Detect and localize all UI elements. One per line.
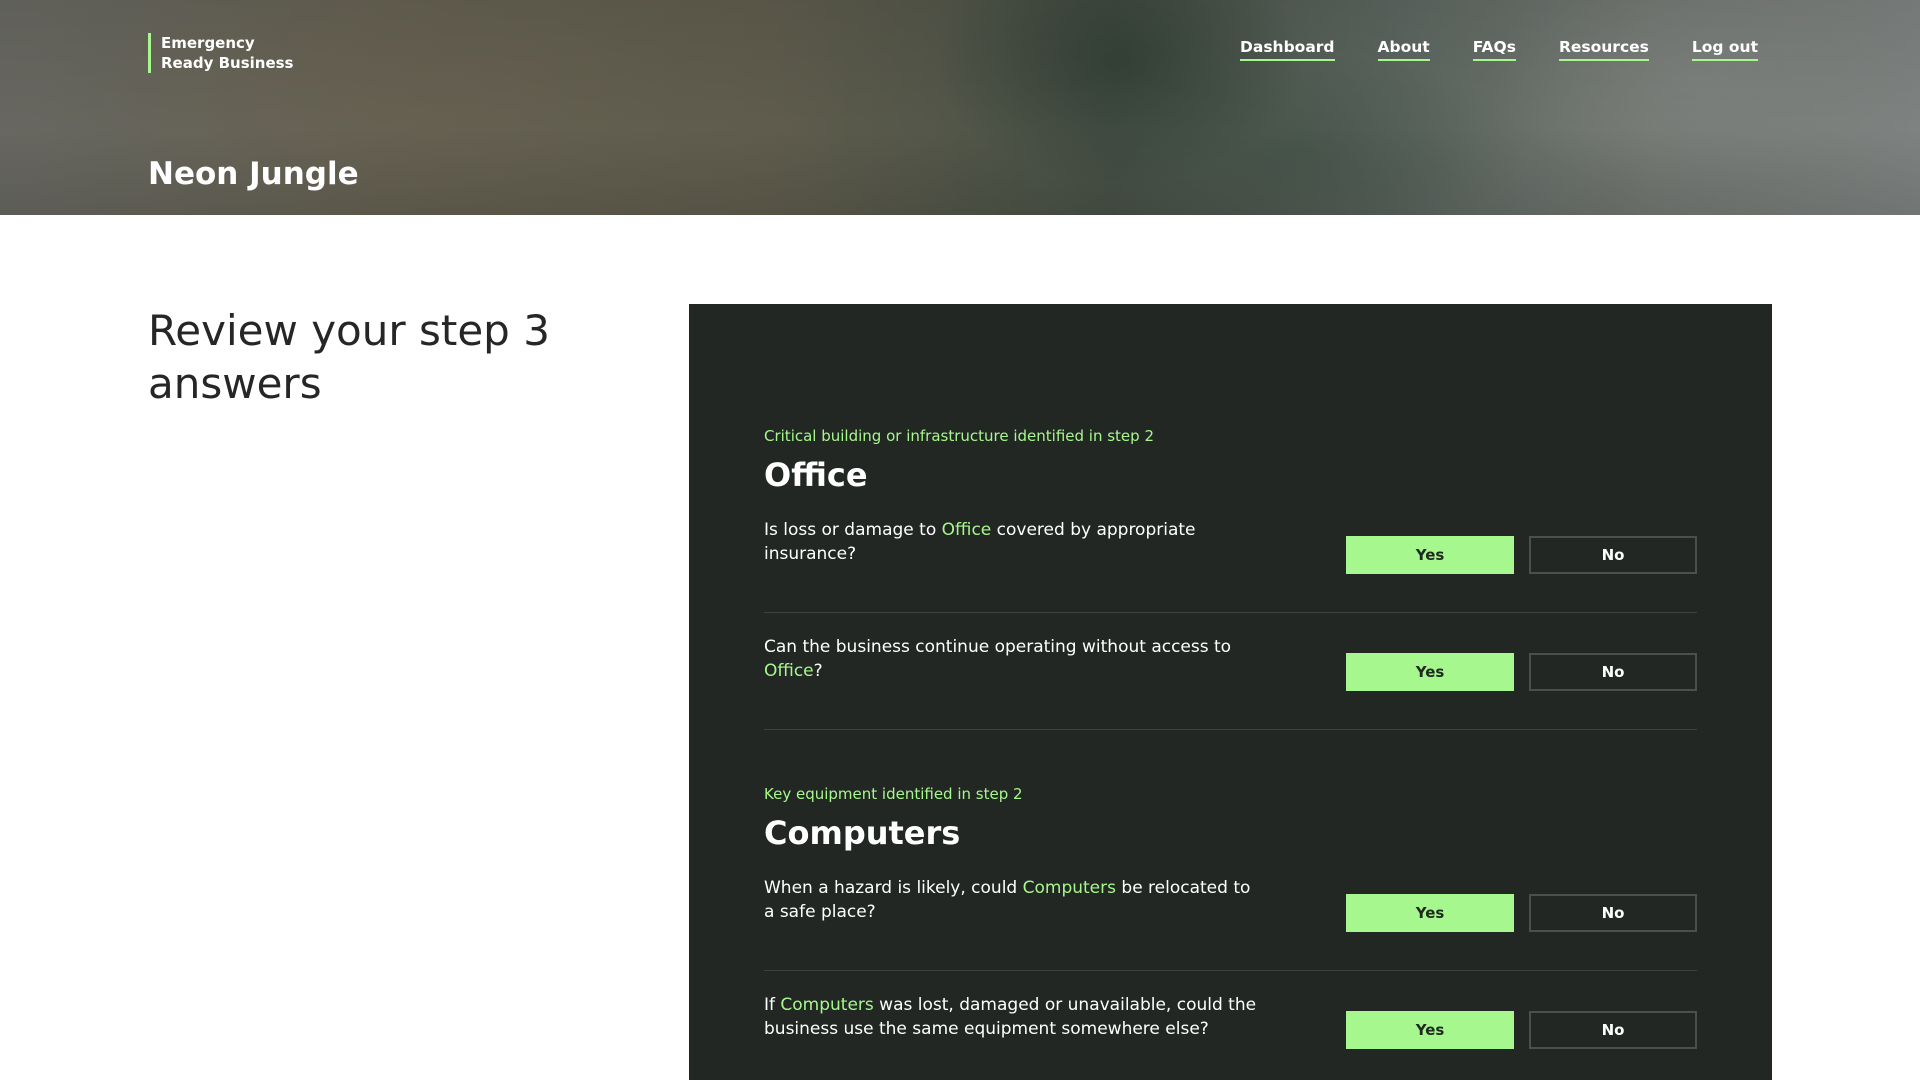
answers-panel-content: Critical building or infrastructure iden… xyxy=(764,426,1697,1080)
section-title: Office xyxy=(764,456,868,494)
nav-link-dashboard[interactable]: Dashboard xyxy=(1240,38,1335,61)
question-row: Can the business continue operating with… xyxy=(764,613,1697,730)
answer-options: Yes No xyxy=(1346,653,1697,691)
main-nav: Dashboard About FAQs Resources Log out xyxy=(1240,38,1758,61)
question-highlight: Computers xyxy=(1022,878,1116,898)
question-text: When a hazard is likely, could Computers… xyxy=(764,876,1264,924)
site-logo[interactable]: Emergency Ready Business xyxy=(148,33,293,73)
yes-button[interactable]: Yes xyxy=(1346,536,1514,574)
logo-line-2: Ready Business xyxy=(161,54,294,72)
yes-button[interactable]: Yes xyxy=(1346,653,1514,691)
nav-link-resources[interactable]: Resources xyxy=(1558,38,1649,61)
nav-link-about[interactable]: About xyxy=(1377,38,1430,61)
no-button[interactable]: No xyxy=(1529,1011,1697,1049)
question-row: If Computers was lost, damaged or unavai… xyxy=(764,971,1697,1080)
yes-button[interactable]: Yes xyxy=(1346,894,1514,932)
no-button[interactable]: No xyxy=(1529,536,1697,574)
section-kicker: Critical building or infrastructure iden… xyxy=(764,427,1154,445)
nav-link-faqs[interactable]: FAQs xyxy=(1472,38,1516,61)
page-title: Review your step 3 answers xyxy=(148,306,550,408)
answer-options: Yes No xyxy=(1346,894,1697,932)
question-highlight: Computers xyxy=(780,995,874,1015)
question-row: When a hazard is likely, could Computers… xyxy=(764,854,1697,971)
question-text-part: If xyxy=(764,995,781,1015)
no-button[interactable]: No xyxy=(1529,894,1697,932)
question-text-part: Can the business continue operating with… xyxy=(764,637,1232,657)
section-kicker: Key equipment identified in step 2 xyxy=(764,785,1023,803)
section-title: Computers xyxy=(764,814,961,852)
question-text: Can the business continue operating with… xyxy=(764,635,1264,683)
question-row: Is loss or damage to Office covered by a… xyxy=(764,496,1697,613)
question-text-part: Is loss or damage to xyxy=(764,520,942,540)
section-critical-building: Critical building or infrastructure iden… xyxy=(764,426,1697,730)
nav-link-log-out[interactable]: Log out xyxy=(1691,38,1758,61)
section-key-equipment: Key equipment identified in step 2 Compu… xyxy=(764,784,1697,1080)
question-highlight: Office xyxy=(764,661,814,681)
answer-options: Yes No xyxy=(1346,1011,1697,1049)
answers-panel: Critical building or infrastructure iden… xyxy=(689,304,1772,1080)
question-text-part: ? xyxy=(813,661,823,681)
logo-line-1: Emergency xyxy=(161,34,255,52)
question-text: If Computers was lost, damaged or unavai… xyxy=(764,993,1264,1041)
yes-button[interactable]: Yes xyxy=(1346,1011,1514,1049)
no-button[interactable]: No xyxy=(1529,653,1697,691)
business-name: Neon Jungle xyxy=(148,156,359,192)
hero-header: Emergency Ready Business Dashboard About… xyxy=(0,0,1920,215)
question-text: Is loss or damage to Office covered by a… xyxy=(764,518,1264,566)
answer-options: Yes No xyxy=(1346,536,1697,574)
question-text-part: When a hazard is likely, could xyxy=(764,878,1023,898)
question-highlight: Office xyxy=(941,520,992,540)
